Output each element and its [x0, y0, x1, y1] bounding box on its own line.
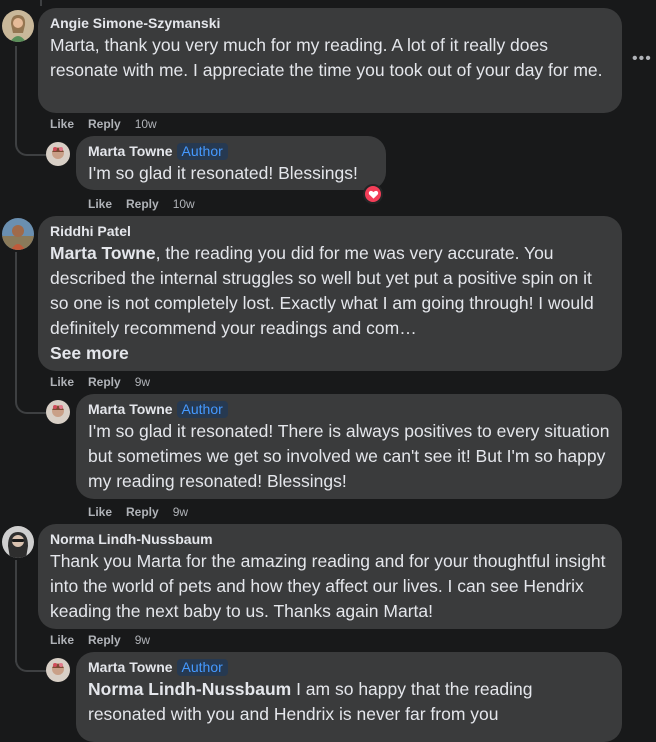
comment-author[interactable]: Riddhi Patel [50, 223, 610, 240]
comment-bubble: Norma Lindh-Nussbaum Thank you Marta for… [38, 524, 622, 629]
avatar[interactable] [46, 142, 70, 166]
thread-connector [15, 652, 47, 672]
heart-icon [368, 190, 378, 199]
avatar[interactable] [46, 400, 70, 424]
avatar-photo [2, 218, 34, 250]
reply-header: Marta Towne Author [88, 401, 610, 418]
reply-author[interactable]: Marta Towne [88, 401, 173, 417]
see-more-link[interactable]: See more [50, 341, 610, 366]
thread-line [40, 0, 42, 6]
avatar-photo [2, 10, 34, 42]
like-button[interactable]: Like [88, 196, 112, 212]
like-button[interactable]: Like [50, 632, 74, 648]
avatar[interactable] [46, 658, 70, 682]
mention-link[interactable]: Marta Towne [50, 243, 156, 263]
timestamp[interactable]: 10w [135, 116, 157, 132]
comment-actions: Like Reply 9w [50, 374, 150, 390]
comment-text: Thank you Marta for the amazing reading … [50, 551, 606, 621]
reply-bubble: Marta Towne Author I'm so glad it resonat… [76, 136, 386, 190]
reply-author[interactable]: Marta Towne [88, 143, 173, 159]
like-button[interactable]: Like [88, 504, 112, 520]
like-button[interactable]: Like [50, 374, 74, 390]
thread-line [15, 252, 17, 402]
reply-header: Marta Towne Author [88, 659, 610, 676]
more-horizontal-icon[interactable]: ••• [632, 50, 652, 68]
author-badge: Author [176, 401, 228, 418]
avatar[interactable] [2, 218, 34, 250]
thread-line [15, 46, 17, 138]
reply-author[interactable]: Marta Towne [88, 659, 173, 675]
comment-author[interactable]: Angie Simone-Szymanski [50, 15, 610, 32]
avatar-photo [46, 400, 70, 424]
avatar[interactable] [2, 10, 34, 42]
avatar-photo [46, 658, 70, 682]
heart-reaction[interactable] [363, 184, 383, 204]
like-button[interactable]: Like [50, 116, 74, 132]
mention-link[interactable]: Norma Lindh-Nussbaum [88, 679, 291, 699]
reply-text: I'm so glad it resonated! There is alway… [88, 421, 610, 491]
reply-bubble: Marta Towne Author Norma Lindh-Nussbaum I… [76, 652, 622, 742]
comment-bubble: Angie Simone-Szymanski Marta, thank you … [38, 8, 622, 113]
timestamp[interactable]: 10w [173, 196, 195, 212]
reply-text: I'm so glad it resonated! Blessings! [88, 163, 358, 183]
reply-button[interactable]: Reply [88, 632, 121, 648]
author-badge: Author [176, 143, 228, 160]
thread-connector [15, 394, 47, 414]
reply-button[interactable]: Reply [126, 196, 159, 212]
avatar[interactable] [2, 526, 34, 558]
reply-text: Norma Lindh-Nussbaum I am so happy that … [88, 677, 610, 727]
avatar-photo [46, 142, 70, 166]
reply-button[interactable]: Reply [88, 374, 121, 390]
timestamp[interactable]: 9w [135, 374, 150, 390]
reply-button[interactable]: Reply [126, 504, 159, 520]
author-badge: Author [176, 659, 228, 676]
thread-line [15, 560, 17, 662]
comment-actions: Like Reply 9w [50, 632, 150, 648]
comment-thread: Angie Simone-Szymanski Marta, thank you … [0, 0, 656, 742]
reply-button[interactable]: Reply [88, 116, 121, 132]
comment-author[interactable]: Norma Lindh-Nussbaum [50, 531, 610, 548]
comment-actions: Like Reply 10w [50, 116, 157, 132]
thread-connector [15, 136, 47, 156]
timestamp[interactable]: 9w [173, 504, 188, 520]
reply-bubble: Marta Towne Author I'm so glad it resonat… [76, 394, 622, 499]
comment-bubble: Riddhi Patel Marta Towne, the reading yo… [38, 216, 622, 371]
avatar-photo [2, 526, 34, 558]
reply-actions: Like Reply 10w [88, 196, 195, 212]
reply-actions: Like Reply 9w [88, 504, 188, 520]
reply-header: Marta Towne Author [88, 143, 374, 160]
comment-text: Marta, thank you very much for my readin… [50, 35, 603, 80]
comment-text: Marta Towne, the reading you did for me … [50, 241, 610, 341]
timestamp[interactable]: 9w [135, 632, 150, 648]
